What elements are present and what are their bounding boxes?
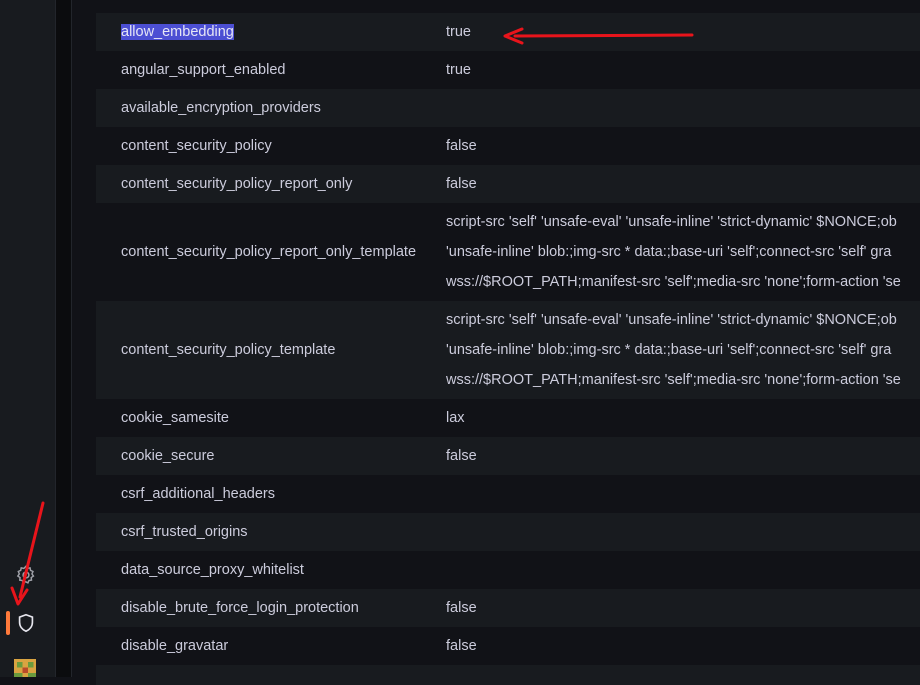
setting-value-multiline: script-src 'self' 'unsafe-eval' 'unsafe-… <box>446 214 901 290</box>
setting-value: false <box>446 448 477 464</box>
setting-value-multiline: script-src 'self' 'unsafe-eval' 'unsafe-… <box>446 312 901 388</box>
table-row: content_security_policy_report_only_temp… <box>96 203 920 301</box>
setting-key: angular_support_enabled <box>121 62 286 78</box>
setting-key: content_security_policy_template <box>121 342 336 358</box>
settings-panel: allow_embedding true angular_support_ena… <box>72 0 920 685</box>
gear-icon[interactable] <box>15 564 37 586</box>
setting-key: cookie_secure <box>121 448 215 464</box>
table-row: content_security_policy false <box>96 127 920 165</box>
table-row: disable_brute_force_login_protection fal… <box>96 589 920 627</box>
user-avatar[interactable] <box>14 659 36 677</box>
setting-key-selected[interactable]: allow_embedding <box>121 24 234 40</box>
setting-key: available_encryption_providers <box>121 100 321 116</box>
setting-key: content_security_policy_report_only <box>121 176 353 192</box>
settings-table: allow_embedding true angular_support_ena… <box>96 0 920 685</box>
table-row: content_security_policy_report_only fals… <box>96 165 920 203</box>
setting-key: csrf_additional_headers <box>121 486 275 502</box>
table-row: allow_embedding true <box>96 13 920 51</box>
setting-key: data_source_proxy_whitelist <box>121 562 304 578</box>
setting-key: disable_gravatar <box>121 638 229 654</box>
table-row: available_encryption_providers <box>96 89 920 127</box>
table-row: csrf_trusted_origins <box>96 513 920 551</box>
scroll-gutter <box>56 0 72 677</box>
table-row: content_security_policy_template script-… <box>96 301 920 399</box>
table-top <box>96 0 920 13</box>
setting-value: false <box>446 138 477 154</box>
setting-key: disable_brute_force_login_protection <box>121 600 359 616</box>
table-row: csrf_additional_headers <box>96 475 920 513</box>
setting-key: content_security_policy <box>121 138 272 154</box>
table-row: disable_gravatar false <box>96 627 920 665</box>
shield-icon[interactable] <box>15 612 37 634</box>
setting-value: lax <box>446 410 465 426</box>
setting-key: csrf_trusted_origins <box>121 524 248 540</box>
table-row-partial <box>96 665 920 685</box>
setting-key: cookie_samesite <box>121 410 229 426</box>
active-nav-indicator <box>6 611 10 635</box>
table-row: angular_support_enabled true <box>96 51 920 89</box>
setting-key: content_security_policy_report_only_temp… <box>121 244 417 260</box>
table-row: data_source_proxy_whitelist <box>96 551 920 589</box>
setting-value: false <box>446 638 477 654</box>
setting-value: false <box>446 176 477 192</box>
setting-value: false <box>446 600 477 616</box>
table-row: cookie_samesite lax <box>96 399 920 437</box>
setting-value: true <box>446 24 471 40</box>
setting-value: true <box>446 62 471 78</box>
sidebar <box>0 0 56 677</box>
table-row: cookie_secure false <box>96 437 920 475</box>
